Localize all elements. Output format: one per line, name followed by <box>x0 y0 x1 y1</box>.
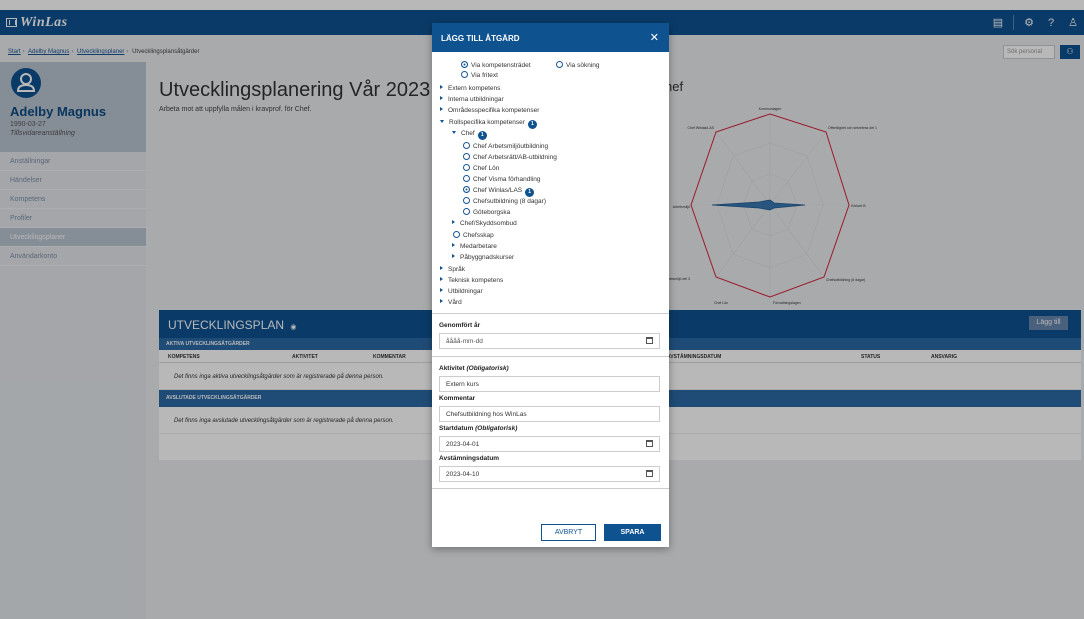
activity-label: Aktivitet (Obligatorisk) <box>439 365 509 372</box>
radio-icon[interactable] <box>453 231 460 238</box>
radio-via-freetext[interactable]: Via fritext <box>461 71 498 79</box>
tree-leaf[interactable]: Chef Arbetsrätt/AB-utbildning <box>463 153 557 161</box>
expand-icon[interactable] <box>440 288 443 292</box>
count-badge: 1 <box>525 188 535 197</box>
expand-icon[interactable] <box>440 85 443 89</box>
collapse-icon[interactable] <box>452 131 456 134</box>
tree-leaf[interactable]: Chef Lön <box>463 164 499 172</box>
check-date-input[interactable]: 2023-04-10 <box>439 466 660 482</box>
tree-leaf-chefsskap[interactable]: Chefsskap <box>453 231 494 239</box>
start-date-input[interactable]: 2023-04-01 <box>439 436 660 452</box>
tree-node-medarbetare[interactable]: Medarbetare <box>452 243 497 250</box>
completed-year-label: Genomfört år <box>439 322 481 329</box>
tree-node-extern[interactable]: Extern kompetens <box>440 85 500 92</box>
tree-node-chef-skyddsombud[interactable]: Chef/Skyddsombud <box>452 220 517 227</box>
radio-selected-icon[interactable] <box>461 61 468 68</box>
expand-icon[interactable] <box>440 266 443 270</box>
radio-icon[interactable] <box>463 142 470 149</box>
tree-node-utbildningar[interactable]: Utbildningar <box>440 288 483 295</box>
calendar-icon[interactable] <box>646 470 653 477</box>
tree-node-omrade[interactable]: Områdesspecifika kompetenser <box>440 107 539 114</box>
radio-selected-icon[interactable] <box>463 186 470 193</box>
save-button[interactable]: SPARA <box>604 524 661 541</box>
radio-icon[interactable] <box>463 208 470 215</box>
count-badge: 1 <box>477 131 487 140</box>
start-date-label: Startdatum (Obligatorisk) <box>439 425 518 432</box>
check-date-label: Avstämningsdatum <box>439 455 500 462</box>
radio-via-search[interactable]: Via sökning <box>556 61 600 69</box>
tree-leaf-selected[interactable]: Chef Winlas/LAS 1 <box>463 186 535 197</box>
tree-node-sprak[interactable]: Språk <box>440 266 465 273</box>
radio-icon[interactable] <box>461 71 468 78</box>
tree-node-rollspecifika[interactable]: Rollspecifika kompetenser 1 <box>440 119 537 129</box>
tree-leaf[interactable]: Göteborgska <box>463 208 510 216</box>
expand-icon[interactable] <box>440 107 443 111</box>
expand-icon[interactable] <box>440 277 443 281</box>
collapse-icon[interactable] <box>440 120 444 123</box>
calendar-icon[interactable] <box>646 440 653 447</box>
activity-input[interactable]: Extern kurs <box>439 376 660 392</box>
radio-icon[interactable] <box>463 164 470 171</box>
radio-icon[interactable] <box>463 153 470 160</box>
expand-icon[interactable] <box>452 254 455 258</box>
dialog-title: LÄGG TILL ÅTGÄRD <box>441 34 520 43</box>
completed-year-input[interactable]: åååå-mm-dd <box>439 333 660 349</box>
cancel-button[interactable]: AVBRYT <box>541 524 596 541</box>
radio-icon[interactable] <box>463 197 470 204</box>
radio-via-tree[interactable]: Via kompetensträdet <box>461 61 531 69</box>
radio-icon[interactable] <box>463 175 470 182</box>
tree-node-pabyggnad[interactable]: Påbyggnadskurser <box>452 254 514 261</box>
expand-icon[interactable] <box>440 299 443 303</box>
tree-node-teknisk[interactable]: Teknisk kompetens <box>440 277 503 284</box>
add-action-dialog: LÄGG TILL ÅTGÄRD ✕ Via kompetensträdet V… <box>432 23 669 547</box>
comment-label: Kommentar <box>439 395 476 402</box>
tree-leaf[interactable]: Chef Arbetsmiljöutbildning <box>463 142 548 150</box>
tree-node-vard[interactable]: Vård <box>440 299 462 306</box>
calendar-icon[interactable] <box>646 337 653 344</box>
radio-icon[interactable] <box>556 61 563 68</box>
tree-leaf[interactable]: Chefsutbildning (8 dagar) <box>463 197 546 205</box>
close-icon[interactable]: ✕ <box>650 31 659 44</box>
expand-icon[interactable] <box>452 220 455 224</box>
expand-icon[interactable] <box>452 243 455 247</box>
expand-icon[interactable] <box>440 96 443 100</box>
comment-input[interactable]: Chefsutbildning hos WinLas <box>439 406 660 422</box>
count-badge: 1 <box>527 120 537 129</box>
tree-node-interna[interactable]: Interna utbildningar <box>440 96 504 103</box>
tree-node-chef[interactable]: Chef 1 <box>452 130 487 140</box>
tree-leaf[interactable]: Chef Visma förhandling <box>463 175 540 183</box>
